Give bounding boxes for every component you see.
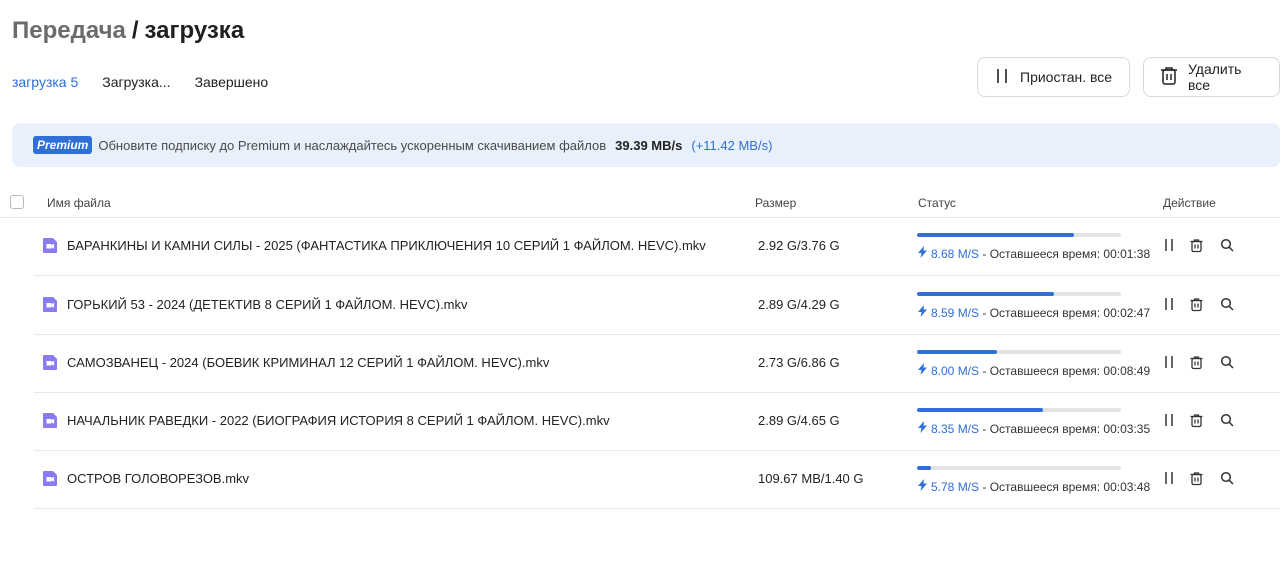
file-name: БАРАНКИНЫ И КАМНИ СИЛЫ - 2025 (ФАНТАСТИК… <box>67 238 706 253</box>
video-file-icon <box>42 470 59 492</box>
video-file-icon <box>42 296 59 318</box>
table-row[interactable]: САМОЗВАНЕЦ - 2024 (БОЕВИК КРИМИНАЛ 12 СЕ… <box>34 334 1280 393</box>
remaining-time: 00:03:48 <box>1103 480 1151 494</box>
pause-icon[interactable] <box>1162 471 1176 490</box>
remaining-time: 00:01:38 <box>1103 247 1151 261</box>
status-text: 8.35 M/S - Оставшееся время: 00:03:35 <box>918 421 1150 436</box>
pause-icon[interactable] <box>1162 238 1176 257</box>
table-row[interactable]: ГОРЬКИЙ 53 - 2024 (ДЕТЕКТИВ 8 СЕРИЙ 1 ФА… <box>34 276 1280 335</box>
progress-bar <box>917 466 1121 470</box>
progress-bar <box>917 292 1121 296</box>
pause-all-button[interactable]: Приостан. все <box>977 57 1130 97</box>
remaining-label: - Оставшееся время: <box>982 480 1101 494</box>
trash-icon[interactable] <box>1189 355 1204 375</box>
remaining-time: 00:03:35 <box>1103 422 1151 436</box>
remaining-label: - Оставшееся время: <box>982 306 1101 320</box>
bolt-icon <box>918 246 927 261</box>
table-row[interactable]: БАРАНКИНЫ И КАМНИ СИЛЫ - 2025 (ФАНТАСТИК… <box>34 217 1280 276</box>
file-size: 2.89 G/4.29 G <box>758 297 840 312</box>
pause-icon[interactable] <box>1162 297 1176 316</box>
remaining-time: 00:08:49 <box>1103 364 1151 378</box>
status-text: 8.00 M/S - Оставшееся время: 00:08:49 <box>918 363 1150 378</box>
video-file-icon <box>42 412 59 434</box>
column-status: Статус <box>918 196 956 210</box>
pause-icon <box>992 66 1012 89</box>
file-size: 2.73 G/6.86 G <box>758 355 840 370</box>
progress-fill <box>917 350 997 354</box>
progress-fill <box>917 466 932 470</box>
tab-downloads[interactable]: загрузка 5 <box>12 74 78 90</box>
trash-icon[interactable] <box>1189 238 1204 258</box>
progress-fill <box>917 233 1075 237</box>
bolt-icon <box>918 305 927 320</box>
column-name: Имя файла <box>47 196 111 210</box>
column-action: Действие <box>1163 196 1216 210</box>
search-icon[interactable] <box>1220 297 1234 316</box>
file-size: 2.89 G/4.65 G <box>758 413 840 428</box>
file-name: НАЧАЛЬНИК РАВЕДКИ - 2022 (БИОГРАФИЯ ИСТО… <box>67 413 610 428</box>
remaining-label: - Оставшееся время: <box>982 364 1101 378</box>
status-text: 8.59 M/S - Оставшееся время: 00:02:47 <box>918 305 1150 320</box>
pause-all-label: Приостан. все <box>1020 69 1113 85</box>
delete-all-label: Удалить все <box>1188 61 1242 93</box>
progress-fill <box>917 408 1044 412</box>
banner-speed: 39.39 MB/s <box>615 137 683 153</box>
status-text: 8.68 M/S - Оставшееся время: 00:01:38 <box>918 246 1150 261</box>
select-all-checkbox[interactable] <box>10 195 24 209</box>
table-row[interactable]: ОСТРОВ ГОЛОВОРЕЗОВ.mkv 109.67 MB/1.40 G … <box>34 450 1280 509</box>
progress-bar <box>917 350 1121 354</box>
search-icon[interactable] <box>1220 471 1234 490</box>
trash-icon[interactable] <box>1189 471 1204 491</box>
remaining-label: - Оставшееся время: <box>982 422 1101 436</box>
search-icon[interactable] <box>1220 413 1234 432</box>
progress-bar <box>917 408 1121 412</box>
file-name: САМОЗВАНЕЦ - 2024 (БОЕВИК КРИМИНАЛ 12 СЕ… <box>67 355 550 370</box>
progress-fill <box>917 292 1054 296</box>
progress-bar <box>917 233 1121 237</box>
breadcrumb-parent[interactable]: Передача <box>12 17 126 44</box>
bolt-icon <box>918 421 927 436</box>
file-size: 109.67 MB/1.40 G <box>758 471 864 486</box>
table-header: Имя файла Размер Статус Действие <box>0 188 1280 218</box>
download-speed: 8.68 M/S <box>931 247 980 261</box>
download-speed: 8.35 M/S <box>931 422 980 436</box>
premium-banner[interactable]: Premium Обновите подписку до Premium и н… <box>12 123 1280 167</box>
banner-text: Обновите подписку до Premium и наслаждай… <box>98 137 607 153</box>
delete-all-button[interactable]: Удалить все <box>1143 57 1280 97</box>
pause-icon[interactable] <box>1162 355 1176 374</box>
column-size: Размер <box>755 196 797 210</box>
search-icon[interactable] <box>1220 355 1234 374</box>
file-name: ОСТРОВ ГОЛОВОРЕЗОВ.mkv <box>67 471 250 486</box>
tab-bar: загрузка 5 Загрузка... Завершено <box>12 74 268 90</box>
video-file-icon <box>42 354 59 376</box>
file-size: 2.92 G/3.76 G <box>758 238 840 253</box>
download-speed: 8.59 M/S <box>931 306 980 320</box>
remaining-time: 00:02:47 <box>1103 306 1151 320</box>
pause-icon[interactable] <box>1162 413 1176 432</box>
download-speed: 5.78 M/S <box>931 480 980 494</box>
table-row[interactable]: НАЧАЛЬНИК РАВЕДКИ - 2022 (БИОГРАФИЯ ИСТО… <box>34 392 1280 451</box>
tab-downloading[interactable]: Загрузка... <box>102 74 170 90</box>
page-title: Передача / загрузка <box>12 16 244 46</box>
download-speed: 8.00 M/S <box>931 364 980 378</box>
status-text: 5.78 M/S - Оставшееся время: 00:03:48 <box>918 479 1150 494</box>
breadcrumb-current: загрузка <box>144 17 245 44</box>
tab-completed[interactable]: Завершено <box>195 74 269 90</box>
trash-icon <box>1158 65 1180 90</box>
search-icon[interactable] <box>1220 238 1234 257</box>
bolt-icon <box>918 479 927 494</box>
trash-icon[interactable] <box>1189 413 1204 433</box>
file-name: ГОРЬКИЙ 53 - 2024 (ДЕТЕКТИВ 8 СЕРИЙ 1 ФА… <box>67 297 468 312</box>
premium-badge: Premium <box>33 136 93 154</box>
remaining-label: - Оставшееся время: <box>982 247 1101 261</box>
banner-extra-speed: (+11.42 MB/s) <box>691 137 773 153</box>
breadcrumb-separator: / <box>131 17 139 44</box>
bolt-icon <box>918 363 927 378</box>
trash-icon[interactable] <box>1189 297 1204 317</box>
video-file-icon <box>42 237 59 259</box>
